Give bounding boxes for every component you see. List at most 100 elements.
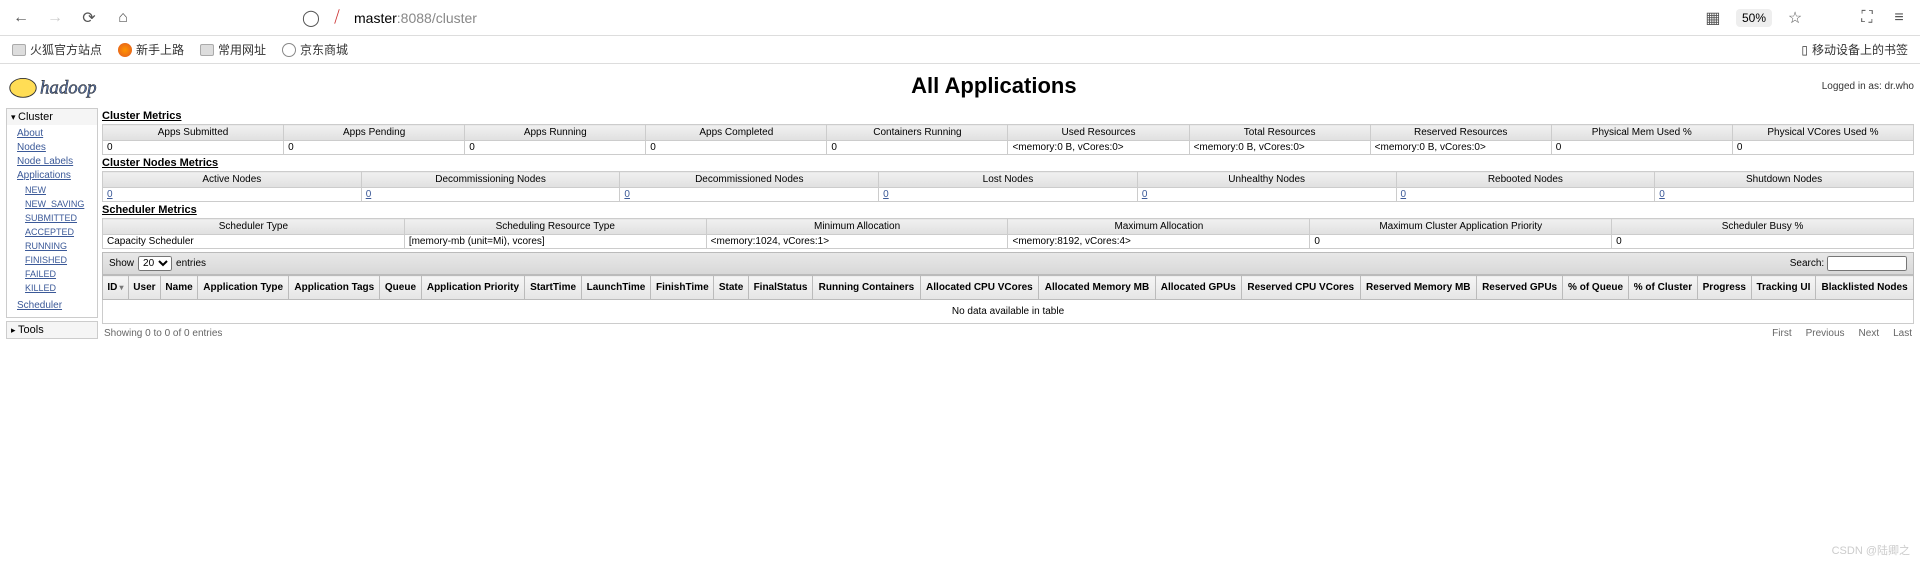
pager-last[interactable]: Last xyxy=(1893,328,1912,339)
applications-table: IDUserNameApplication TypeApplication Ta… xyxy=(102,275,1914,324)
apps-col-header[interactable]: Application Tags xyxy=(289,276,380,300)
mobile-bookmarks[interactable]: ▯移动设备上的书签 xyxy=(1801,41,1908,58)
apps-col-header[interactable]: Running Containers xyxy=(813,276,920,300)
cell-value: 0 xyxy=(1732,141,1913,155)
sidebar-group-tools[interactable]: Tools xyxy=(7,322,97,338)
apps-col-header[interactable]: % of Cluster xyxy=(1628,276,1697,300)
apps-toolbar: Show 20 entries Search: xyxy=(102,252,1914,275)
cell-value: 0 xyxy=(1396,188,1655,202)
sidebar-link-applications[interactable]: Applications xyxy=(17,169,91,183)
menu-icon[interactable]: ≡ xyxy=(1890,9,1908,27)
content: Cluster Metrics Apps SubmittedApps Pendi… xyxy=(102,108,1914,343)
apps-col-header[interactable]: FinalStatus xyxy=(748,276,813,300)
url-bar[interactable]: ◯ ⧸ master:8088/cluster xyxy=(294,5,1492,31)
zoom-level[interactable]: 50% xyxy=(1736,9,1772,27)
cell-value: 0 xyxy=(646,141,827,155)
cell-value: 0 xyxy=(103,188,362,202)
sidebar-appstate[interactable]: NEW_SAVING xyxy=(25,197,91,211)
sidebar-group-cluster[interactable]: Cluster xyxy=(7,109,97,125)
url-host: master xyxy=(354,10,397,26)
home-icon[interactable]: ⌂ xyxy=(114,9,132,27)
entries-label: entries xyxy=(176,258,206,269)
apps-col-header[interactable]: Reserved CPU VCores xyxy=(1241,276,1360,300)
apps-col-header[interactable]: Allocated CPU VCores xyxy=(920,276,1039,300)
apps-col-header[interactable]: Progress xyxy=(1697,276,1751,300)
nodes-metrics-table: Active NodesDecommissioning NodesDecommi… xyxy=(102,171,1914,202)
cell-value: 0 xyxy=(827,141,1008,155)
col-header: Scheduler Busy % xyxy=(1612,219,1914,235)
sidebar-appstate[interactable]: NEW xyxy=(25,183,91,197)
col-header: Used Resources xyxy=(1008,125,1189,141)
apps-col-header[interactable]: Allocated Memory MB xyxy=(1039,276,1155,300)
search-input[interactable] xyxy=(1827,256,1907,271)
col-header: Containers Running xyxy=(827,125,1008,141)
apps-col-header[interactable]: ID xyxy=(103,276,129,300)
pager-next[interactable]: Next xyxy=(1859,328,1880,339)
apps-col-header[interactable]: Application Type xyxy=(198,276,289,300)
apps-col-header[interactable]: Application Priority xyxy=(421,276,525,300)
bookmark-item[interactable]: 京东商城 xyxy=(282,41,348,58)
col-header: Rebooted Nodes xyxy=(1396,172,1655,188)
col-header: Apps Running xyxy=(465,125,646,141)
apps-col-header[interactable]: Name xyxy=(160,276,197,300)
apps-col-header[interactable]: Reserved GPUs xyxy=(1477,276,1563,300)
cell-value: Capacity Scheduler xyxy=(103,235,405,249)
apps-col-header[interactable]: StartTime xyxy=(525,276,581,300)
sidebar-link-about[interactable]: About xyxy=(17,127,91,141)
col-header: Shutdown Nodes xyxy=(1655,172,1914,188)
cell-value: 0 xyxy=(1612,235,1914,249)
svg-text:hadoop: hadoop xyxy=(40,78,97,99)
col-header: Physical VCores Used % xyxy=(1732,125,1913,141)
sidebar-link-nodelabels[interactable]: Node Labels xyxy=(17,155,91,169)
col-header: Minimum Allocation xyxy=(706,219,1008,235)
apps-col-header[interactable]: Queue xyxy=(380,276,421,300)
cell-value: 0 xyxy=(1310,235,1612,249)
page-title: All Applications xyxy=(166,73,1822,99)
sidebar-link-scheduler[interactable]: Scheduler xyxy=(17,299,91,313)
cell-value: <memory:0 B, vCores:0> xyxy=(1008,141,1189,155)
logged-in-label: Logged in as: dr.who xyxy=(1822,81,1914,92)
col-header: Maximum Allocation xyxy=(1008,219,1310,235)
cell-value: [memory-mb (unit=Mi), vcores] xyxy=(404,235,706,249)
sidebar-appstate[interactable]: FAILED xyxy=(25,267,91,281)
col-header: Total Resources xyxy=(1189,125,1370,141)
sidebar-appstate[interactable]: ACCEPTED xyxy=(25,225,91,239)
bookmark-star-icon[interactable]: ☆ xyxy=(1786,9,1804,27)
apps-col-header[interactable]: % of Queue xyxy=(1563,276,1629,300)
extensions-icon[interactable]: ⛶ xyxy=(1858,9,1876,27)
col-header: Unhealthy Nodes xyxy=(1137,172,1396,188)
apps-col-header[interactable]: User xyxy=(128,276,160,300)
apps-col-header[interactable]: Allocated GPUs xyxy=(1155,276,1241,300)
pager-first[interactable]: First xyxy=(1772,328,1791,339)
sidebar-appstate[interactable]: KILLED xyxy=(25,281,91,295)
col-header: Lost Nodes xyxy=(879,172,1138,188)
bookmark-item[interactable]: 火狐官方站点 xyxy=(12,41,102,58)
apps-col-header[interactable]: Tracking UI xyxy=(1751,276,1816,300)
cluster-metrics-table: Apps SubmittedApps PendingApps RunningAp… xyxy=(102,124,1914,155)
col-header: Decommissioning Nodes xyxy=(361,172,620,188)
apps-col-header[interactable]: State xyxy=(714,276,748,300)
qr-icon[interactable]: ▦ xyxy=(1704,9,1722,27)
forward-icon[interactable]: → xyxy=(46,9,64,27)
page-size-select[interactable]: 20 xyxy=(138,256,172,271)
hadoop-logo: hadoop xyxy=(6,68,166,104)
pager-prev[interactable]: Previous xyxy=(1806,328,1845,339)
reload-icon[interactable]: ⟳ xyxy=(80,9,98,27)
bookmark-item[interactable]: 新手上路 xyxy=(118,41,184,58)
folder-icon xyxy=(200,44,214,56)
cell-value: 0 xyxy=(879,188,1138,202)
apps-col-header[interactable]: FinishTime xyxy=(651,276,714,300)
back-icon[interactable]: ← xyxy=(12,9,30,27)
apps-col-header[interactable]: LaunchTime xyxy=(581,276,650,300)
sidebar-appstate[interactable]: RUNNING xyxy=(25,239,91,253)
apps-col-header[interactable]: Blacklisted Nodes xyxy=(1816,276,1914,300)
bookmark-item[interactable]: 常用网址 xyxy=(200,41,266,58)
col-header: Scheduling Resource Type xyxy=(404,219,706,235)
apps-col-header[interactable]: Reserved Memory MB xyxy=(1360,276,1476,300)
col-header: Decommissioned Nodes xyxy=(620,172,879,188)
sidebar-appstate[interactable]: SUBMITTED xyxy=(25,211,91,225)
cell-value: <memory:8192, vCores:4> xyxy=(1008,235,1310,249)
sidebar-link-nodes[interactable]: Nodes xyxy=(17,141,91,155)
sidebar-appstate[interactable]: FINISHED xyxy=(25,253,91,267)
section-cluster-metrics: Cluster Metrics xyxy=(102,110,1914,122)
